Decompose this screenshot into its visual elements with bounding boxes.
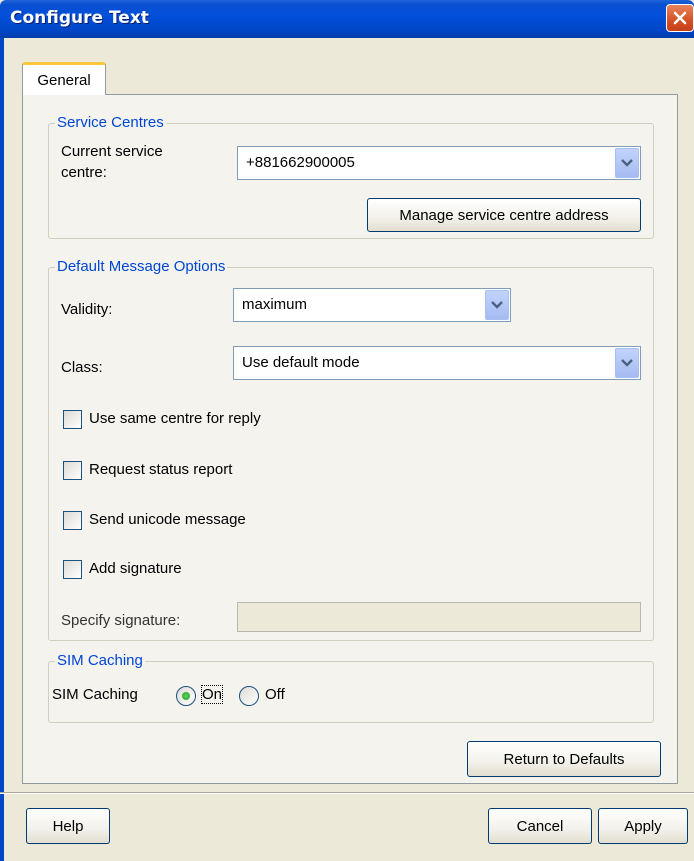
request-status-report-label: Request status report bbox=[89, 461, 233, 478]
current-service-centre-label: Current service centre: bbox=[61, 141, 163, 183]
validity-dropdown-button[interactable] bbox=[485, 290, 509, 320]
group-title-sim-caching: SIM Caching bbox=[55, 652, 145, 669]
help-button-label: Help bbox=[52, 817, 84, 835]
validity-label: Validity: bbox=[61, 301, 113, 318]
current-service-centre-label-line2: centre: bbox=[61, 164, 107, 181]
cancel-button-label: Cancel bbox=[516, 817, 564, 835]
validity-value: maximum bbox=[242, 296, 308, 313]
cancel-button[interactable]: Cancel bbox=[488, 808, 592, 844]
group-title-default-message-options: Default Message Options bbox=[55, 258, 228, 275]
group-sim-caching: SIM Caching SIM Caching On Off bbox=[48, 652, 654, 723]
current-service-centre-label-line1: Current service bbox=[61, 143, 163, 160]
request-status-report-checkbox[interactable] bbox=[63, 461, 82, 480]
manage-service-centre-button-label: Manage service centre address bbox=[399, 206, 609, 224]
group-default-message-options: Default Message Options Validity: maximu… bbox=[48, 258, 654, 641]
bottom-separator bbox=[0, 792, 694, 794]
class-select[interactable]: Use default mode bbox=[233, 346, 641, 380]
sim-caching-off-radio[interactable] bbox=[239, 686, 259, 706]
add-signature-checkbox[interactable] bbox=[63, 560, 82, 579]
chevron-down-icon bbox=[491, 301, 503, 309]
apply-button[interactable]: Apply bbox=[598, 808, 688, 844]
add-signature-label: Add signature bbox=[89, 560, 182, 577]
class-value: Use default mode bbox=[242, 354, 360, 371]
tab-panel-general: Service Centres Current service centre: … bbox=[22, 94, 678, 784]
window-frame-left bbox=[0, 38, 4, 861]
sim-caching-label: SIM Caching bbox=[52, 686, 138, 703]
apply-button-label: Apply bbox=[624, 817, 662, 835]
window-title: Configure Text bbox=[10, 8, 149, 28]
use-same-centre-label: Use same centre for reply bbox=[89, 410, 261, 427]
send-unicode-checkbox[interactable] bbox=[63, 511, 82, 530]
signature-input[interactable] bbox=[237, 602, 641, 632]
tab-general[interactable]: General bbox=[22, 62, 106, 95]
radio-selected-dot bbox=[182, 692, 190, 700]
group-title-service-centres: Service Centres bbox=[55, 114, 166, 131]
class-dropdown-button[interactable] bbox=[615, 348, 639, 378]
service-centre-value: +881662900005 bbox=[246, 154, 355, 171]
manage-service-centre-button[interactable]: Manage service centre address bbox=[367, 198, 641, 232]
class-label: Class: bbox=[61, 359, 103, 376]
return-to-defaults-label: Return to Defaults bbox=[503, 750, 625, 768]
group-service-centres: Service Centres Current service centre: … bbox=[48, 114, 654, 239]
close-icon bbox=[673, 11, 687, 25]
service-centre-dropdown-button[interactable] bbox=[615, 148, 639, 178]
tab-general-label: General bbox=[37, 71, 91, 89]
sim-caching-off-label: Off bbox=[265, 686, 285, 703]
return-to-defaults-button[interactable]: Return to Defaults bbox=[467, 741, 661, 777]
use-same-centre-checkbox[interactable] bbox=[63, 410, 82, 429]
service-centre-select[interactable]: +881662900005 bbox=[237, 146, 641, 180]
title-bar[interactable]: Configure Text bbox=[0, 0, 694, 38]
chevron-down-icon bbox=[621, 359, 633, 367]
send-unicode-label: Send unicode message bbox=[89, 511, 246, 528]
sim-caching-on-radio[interactable] bbox=[176, 686, 196, 706]
help-button[interactable]: Help bbox=[26, 808, 110, 844]
close-button[interactable] bbox=[666, 4, 694, 32]
sim-caching-on-label: On bbox=[200, 685, 224, 704]
chevron-down-icon bbox=[621, 159, 633, 167]
validity-select[interactable]: maximum bbox=[233, 288, 511, 322]
specify-signature-label: Specify signature: bbox=[61, 612, 181, 629]
